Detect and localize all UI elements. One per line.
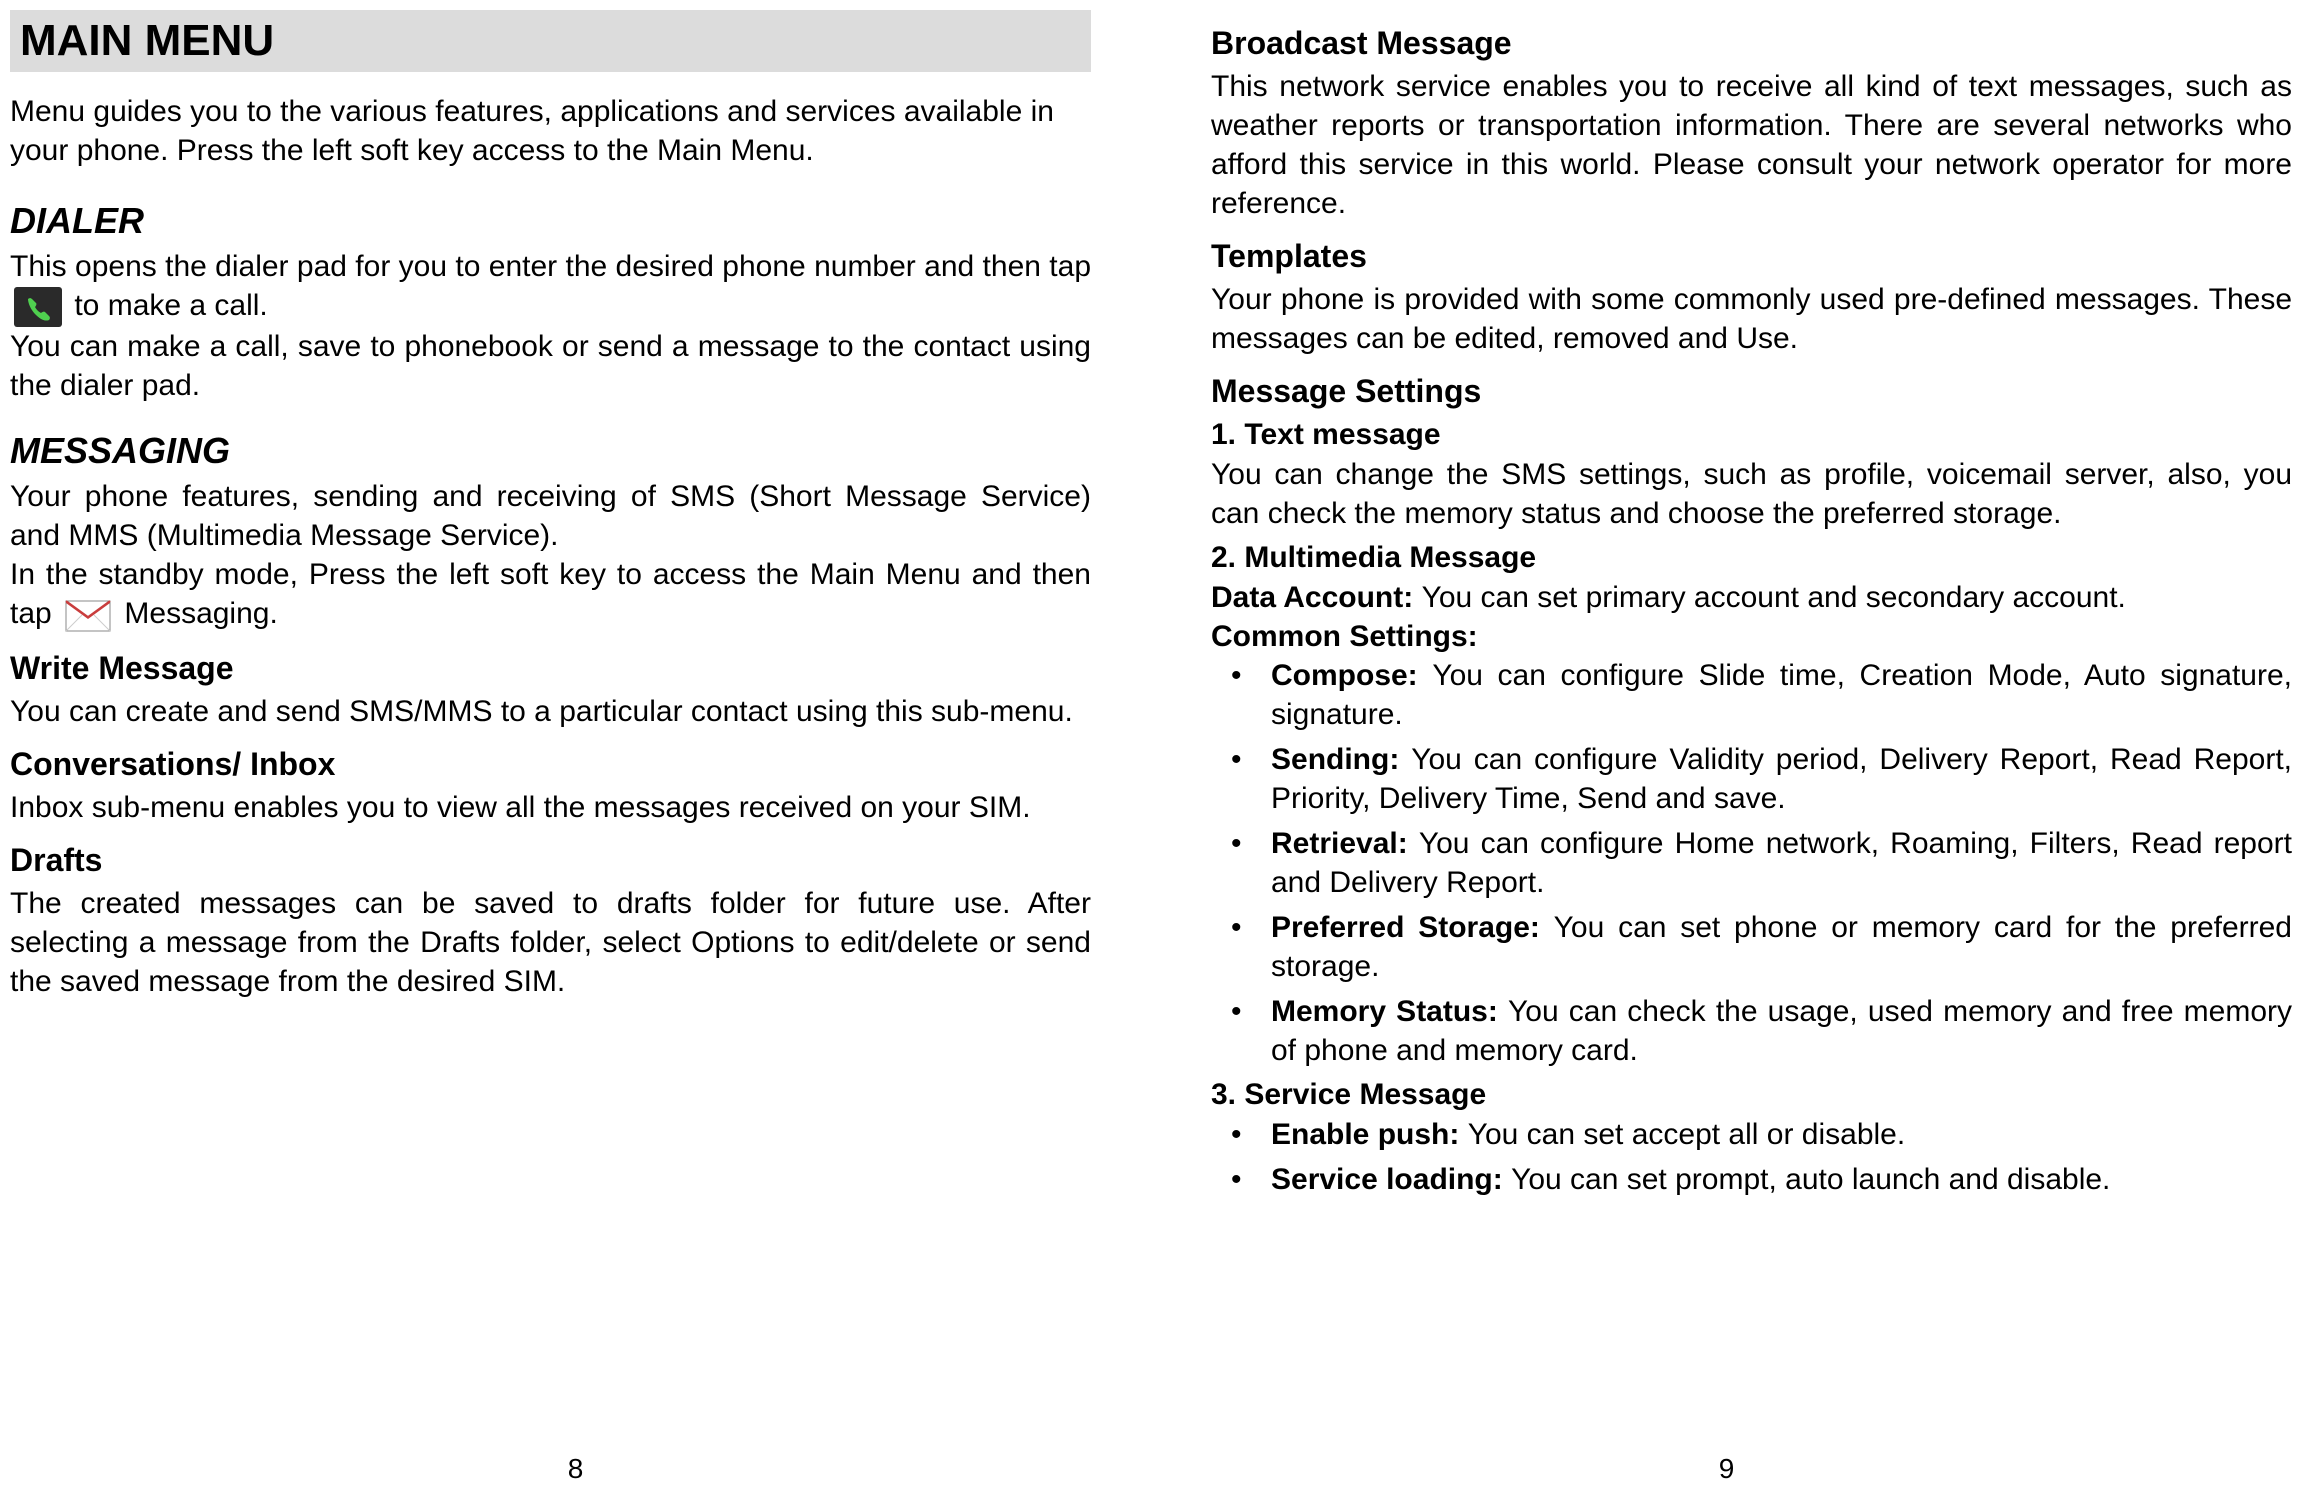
common-settings-list: Compose: You can configure Slide time, C… bbox=[1211, 656, 2292, 1070]
bullet-label: Preferred Storage: bbox=[1271, 911, 1554, 944]
common-settings-label: Common Settings: bbox=[1211, 617, 2292, 656]
list-item: Compose: You can configure Slide time, C… bbox=[1211, 656, 2292, 734]
dialer-text-2: You can make a call, save to phonebook o… bbox=[10, 327, 1091, 405]
page-number-right: 9 bbox=[1719, 1453, 1735, 1485]
messaging-text-1: Your phone features, sending and receivi… bbox=[10, 477, 1091, 555]
data-account-line: Data Account: You can set primary accoun… bbox=[1211, 578, 2292, 617]
title-bar: MAIN MENU bbox=[10, 10, 1091, 72]
page-number-left: 8 bbox=[568, 1453, 584, 1485]
bullet-text: You can set accept all or disable. bbox=[1468, 1118, 1906, 1151]
conversations-text: Inbox sub-menu enables you to view all t… bbox=[10, 788, 1091, 827]
dialer-heading: DIALER bbox=[10, 200, 1091, 242]
service-message-heading: 3. Service Message bbox=[1211, 1078, 2292, 1112]
messaging-text-2: In the standby mode, Press the left soft… bbox=[10, 555, 1091, 635]
dialer-text-1b: to make a call. bbox=[74, 289, 267, 322]
dialer-text-1a: This opens the dialer pad for you to ent… bbox=[10, 250, 1091, 283]
templates-text: Your phone is provided with some commonl… bbox=[1211, 280, 2292, 358]
messaging-heading: MESSAGING bbox=[10, 430, 1091, 472]
call-icon bbox=[14, 287, 62, 327]
dialer-text-1: This opens the dialer pad for you to ent… bbox=[10, 247, 1091, 327]
bullet-label: Sending: bbox=[1271, 743, 1411, 776]
text-message-heading: 1. Text message bbox=[1211, 418, 2292, 452]
bullet-label: Enable push: bbox=[1271, 1118, 1468, 1151]
messaging-text-2b: Messaging. bbox=[124, 597, 277, 630]
templates-heading: Templates bbox=[1211, 238, 2292, 275]
write-message-heading: Write Message bbox=[10, 650, 1091, 687]
bullet-label: Memory Status: bbox=[1271, 995, 1508, 1028]
page-right: Broadcast Message This network service e… bbox=[1151, 0, 2302, 1500]
data-account-text: You can set primary account and secondar… bbox=[1422, 581, 2126, 614]
page-left: MAIN MENU Menu guides you to the various… bbox=[0, 0, 1151, 1500]
conversations-heading: Conversations/ Inbox bbox=[10, 746, 1091, 783]
message-settings-heading: Message Settings bbox=[1211, 373, 2292, 410]
service-message-list: Enable push: You can set accept all or d… bbox=[1211, 1115, 2292, 1199]
list-item: Enable push: You can set accept all or d… bbox=[1211, 1115, 2292, 1154]
data-account-label: Data Account: bbox=[1211, 581, 1422, 614]
list-item: Service loading: You can set prompt, aut… bbox=[1211, 1160, 2292, 1199]
multimedia-message-heading: 2. Multimedia Message bbox=[1211, 541, 2292, 575]
text-message-text: You can change the SMS settings, such as… bbox=[1211, 455, 2292, 533]
list-item: Retrieval: You can configure Home networ… bbox=[1211, 824, 2292, 902]
bullet-text: You can configure Home network, Roaming,… bbox=[1271, 827, 2292, 899]
bullet-text: You can configure Validity period, Deliv… bbox=[1271, 743, 2292, 815]
bullet-label: Compose: bbox=[1271, 659, 1432, 692]
drafts-text: The created messages can be saved to dra… bbox=[10, 884, 1091, 1001]
bullet-label: Retrieval: bbox=[1271, 827, 1419, 860]
broadcast-text: This network service enables you to rece… bbox=[1211, 67, 2292, 223]
intro-text: Menu guides you to the various features,… bbox=[10, 92, 1091, 170]
envelope-icon bbox=[64, 595, 112, 635]
list-item: Memory Status: You can check the usage, … bbox=[1211, 992, 2292, 1070]
drafts-heading: Drafts bbox=[10, 842, 1091, 879]
list-item: Sending: You can configure Validity peri… bbox=[1211, 740, 2292, 818]
bullet-label: Service loading: bbox=[1271, 1163, 1511, 1196]
main-title: MAIN MENU bbox=[20, 16, 1081, 66]
broadcast-heading: Broadcast Message bbox=[1211, 25, 2292, 62]
bullet-text: You can set prompt, auto launch and disa… bbox=[1511, 1163, 2110, 1196]
list-item: Preferred Storage: You can set phone or … bbox=[1211, 908, 2292, 986]
write-message-text: You can create and send SMS/MMS to a par… bbox=[10, 692, 1091, 731]
